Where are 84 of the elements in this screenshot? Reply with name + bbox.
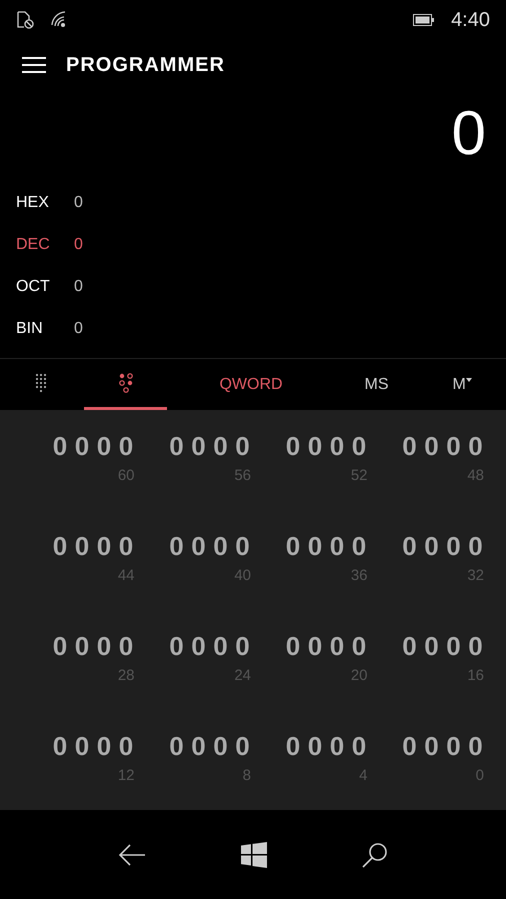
bit-toggle[interactable]: 0 [423, 532, 440, 559]
bit-dots-icon [118, 373, 134, 393]
bit-toggle[interactable]: 0 [168, 532, 185, 559]
bit-toggle[interactable]: 0 [212, 432, 229, 459]
bit-toggle[interactable]: 0 [118, 632, 134, 659]
radix-row[interactable]: OCT 0 [16, 266, 506, 308]
bit-toggle[interactable]: 0 [306, 532, 324, 559]
page-title: PROGRAMMER [66, 53, 225, 78]
bit-toggle[interactable]: 0 [328, 432, 346, 459]
wifi-icon [50, 11, 68, 29]
bit-toggle[interactable]: 0 [74, 532, 90, 559]
bit-toggle[interactable]: 0 [467, 632, 484, 659]
bit-toggle[interactable]: 0 [306, 432, 324, 459]
bit-toggle[interactable]: 0 [96, 432, 112, 459]
bit-toggle[interactable]: 0 [118, 432, 134, 459]
bit-toggle[interactable]: 0 [74, 432, 90, 459]
bit-toggle[interactable]: 0 [401, 632, 418, 659]
bit-toggle[interactable]: 0 [190, 432, 207, 459]
bit-toggle[interactable]: 0 [168, 432, 185, 459]
bit-toggle[interactable]: 0 [212, 732, 229, 759]
search-icon[interactable] [361, 840, 389, 868]
bit-toggle[interactable]: 0 [467, 432, 484, 459]
bit-toggle[interactable]: 0 [234, 432, 251, 459]
battery-icon [413, 14, 436, 26]
bit-toggle[interactable]: 0 [328, 532, 346, 559]
bit-toggle[interactable]: 0 [401, 432, 418, 459]
bit-toggle[interactable]: 0 [401, 732, 418, 759]
bit-toggle[interactable]: 0 [423, 432, 440, 459]
bit-toggle[interactable]: 0 [118, 732, 134, 759]
bit-toggle[interactable]: 0 [234, 532, 251, 559]
bit-toggle[interactable]: 0 [96, 732, 112, 759]
bit-toggle[interactable]: 0 [350, 732, 368, 759]
display-value: 0 [452, 103, 486, 165]
bit-toggle[interactable]: 0 [190, 632, 207, 659]
bit-toggle[interactable]: 0 [168, 632, 185, 659]
bit-toggle[interactable]: 0 [168, 732, 185, 759]
status-time: 4:40 [451, 8, 490, 33]
bit-toggle[interactable]: 0 [234, 732, 251, 759]
bit-toggle[interactable]: 0 [118, 532, 134, 559]
memory-button[interactable]: MS [334, 359, 418, 410]
windows-logo-icon[interactable] [241, 842, 267, 868]
bit-toggle[interactable]: 0 [350, 432, 368, 459]
bit-toggle[interactable]: 0 [284, 532, 302, 559]
bit-toggle[interactable]: 0 [328, 732, 346, 759]
radix-row[interactable]: BIN 0 [16, 308, 506, 350]
caret-icon [466, 378, 472, 382]
bit-toggle[interactable]: 0 [445, 632, 462, 659]
bit-toggle[interactable]: 0 [234, 632, 251, 659]
bit-toggle[interactable]: 0 [284, 432, 302, 459]
bit-toggle[interactable]: 0 [52, 532, 68, 559]
bit-toggle[interactable]: 0 [467, 532, 484, 559]
menu-icon[interactable] [22, 57, 46, 73]
bit-toggle[interactable]: 0 [306, 732, 324, 759]
bit-toggle[interactable]: 0 [74, 732, 90, 759]
bit-toggle[interactable]: 0 [328, 632, 346, 659]
back-icon[interactable] [117, 842, 147, 866]
sim-blocked-icon [16, 11, 34, 29]
bit-toggle[interactable]: 0 [284, 732, 302, 759]
bit-toggle[interactable]: 0 [423, 732, 440, 759]
bit-toggle[interactable]: 0 [52, 732, 68, 759]
word-size-button[interactable]: QWORD [167, 359, 335, 410]
bit-toggle[interactable]: 0 [190, 732, 207, 759]
bit-toggle[interactable]: 0 [74, 632, 90, 659]
bit-toggle[interactable]: 0 [423, 632, 440, 659]
bit-toggle[interactable]: 0 [190, 532, 207, 559]
bit-toggle[interactable]: 0 [212, 532, 229, 559]
bit-toggle[interactable]: 0 [445, 732, 462, 759]
keypad-icon [34, 373, 49, 393]
bit-toggle[interactable]: 0 [96, 632, 112, 659]
bit-toggle[interactable]: 0 [284, 632, 302, 659]
bit-toggle[interactable]: 0 [306, 632, 324, 659]
bit-toggle[interactable]: 0 [445, 432, 462, 459]
radix-row[interactable]: HEX 0 [16, 182, 506, 224]
bit-toggle[interactable]: 0 [350, 532, 368, 559]
bit-toggle[interactable]: 0 [52, 432, 68, 459]
bit-toggle[interactable]: 0 [401, 532, 418, 559]
bit-toggle[interactable]: 0 [96, 532, 112, 559]
bit-toggle[interactable]: 0 [52, 632, 68, 659]
bit-toggle[interactable]: 0 [212, 632, 229, 659]
bit-toggle[interactable]: 0 [350, 632, 368, 659]
bit-toggle[interactable]: 0 [445, 532, 462, 559]
memory-button[interactable]: M [418, 359, 506, 410]
radix-row[interactable]: DEC 0 [16, 224, 506, 266]
bit-toggle[interactable]: 0 [467, 732, 484, 759]
